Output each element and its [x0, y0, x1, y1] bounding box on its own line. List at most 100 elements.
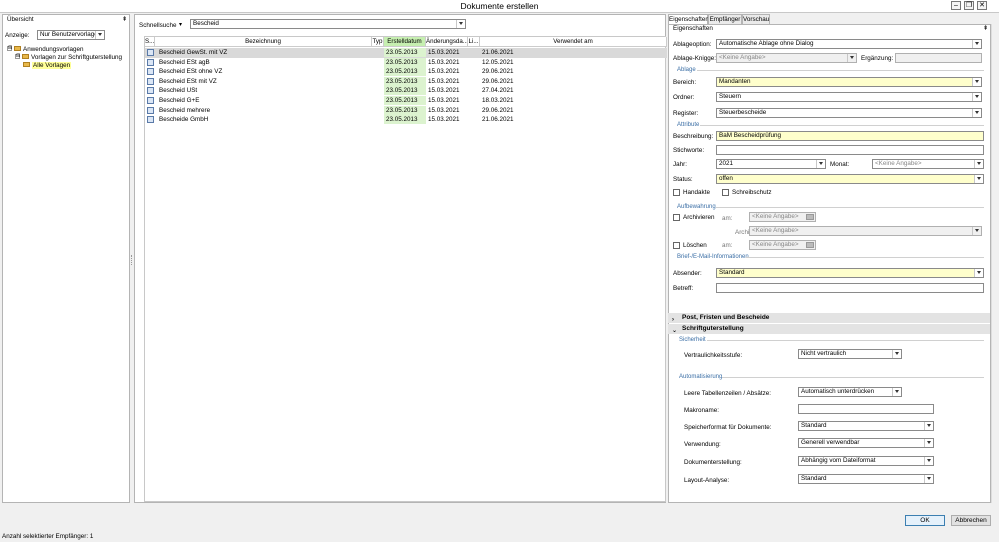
monat-select[interactable]: <Keine Angabe> [872, 159, 984, 169]
dokerst-select[interactable]: Abhängig vom Dateiformat [798, 456, 934, 466]
leere-select[interactable]: Automatisch unterdrücken [798, 387, 902, 397]
minimize-button[interactable]: – [951, 1, 961, 10]
calendar-icon[interactable] [806, 214, 814, 220]
loeschen-date-input[interactable]: <Keine Angabe> [749, 240, 816, 250]
folder-icon [22, 53, 29, 59]
archiv-date-input[interactable]: <Keine Angabe> [749, 212, 816, 222]
cell-used: 29.06.2021 [482, 106, 514, 114]
document-icon [147, 87, 154, 95]
tree-item[interactable]: ⊟ Anwendungsvorlagen [7, 45, 84, 53]
table-row[interactable]: Bescheid ESt ohne VZ 23.05.2013 15.03.2021… [145, 67, 667, 77]
schreibschutz-checkbox[interactable] [722, 189, 729, 196]
table-row[interactable]: Bescheid mehrere 23.05.2013 15.03.2021 29.0… [145, 105, 667, 116]
calendar-icon[interactable] [806, 242, 814, 248]
tree-item[interactable]: Alle Vorlagen [23, 61, 72, 69]
beschreibung-input[interactable]: BaM Bescheidprüfung [716, 131, 984, 141]
register-value: Steuerbescheide [719, 109, 767, 116]
status-bar-text: Anzahl selektierter Empfänger: 1 [2, 533, 94, 540]
group-divider [716, 207, 984, 208]
splitter-handle[interactable] [131, 255, 133, 265]
status-select[interactable]: offen [716, 174, 984, 184]
vertraulich-label: Vertraulichkeitsstufe: [684, 352, 743, 359]
jahr-select[interactable]: 2021 [716, 159, 826, 169]
search-input[interactable]: Bescheid [190, 19, 466, 29]
chevron-down-icon [972, 40, 981, 48]
chevron-down-icon [972, 109, 981, 117]
ergaenzung-input[interactable] [895, 53, 982, 63]
column-header[interactable]: Änderungsda... [426, 37, 468, 47]
section-schriftguterstellung[interactable]: ⌄ Schriftguterstellung [668, 324, 990, 334]
overview-panel: Übersicht ⇞ Anzeige: Nur Benutzervorlage… [2, 14, 130, 503]
column-header[interactable]: Li... [468, 37, 480, 47]
collapse-icon[interactable]: ⊟ [15, 53, 20, 59]
column-header[interactable]: Verwendet am [480, 37, 667, 47]
loeschen-date-value: <Keine Angabe> [752, 241, 799, 248]
document-icon [147, 106, 154, 114]
loeschen-checkbox[interactable] [673, 242, 680, 249]
tab-eigenschaften[interactable]: Eigenschaften [668, 14, 709, 24]
tab-vorschau[interactable]: Vorschau [742, 14, 770, 24]
cell-name: Bescheide GmbH [159, 116, 209, 124]
bereich-select[interactable]: Mandanten [716, 77, 982, 87]
document-icon [147, 49, 154, 56]
tree-item[interactable]: ⊟ Vorlagen zur Schriftguterstellung [15, 53, 122, 61]
verwendung-select[interactable]: Generell verwendbar [798, 438, 934, 448]
maximize-button[interactable]: ❐ [964, 1, 974, 10]
cell-created: 23.05.2013 [384, 115, 426, 125]
beschreibung-label: Beschreibung: [673, 133, 714, 140]
anzeige-value: Nur Benutzervorlagen [40, 31, 102, 38]
ordner-select[interactable]: Steuern [716, 92, 982, 102]
cancel-button[interactable]: Abbrechen [951, 515, 991, 526]
column-header[interactable]: Bezeichnung [155, 37, 372, 47]
status-value: offen [719, 175, 733, 182]
archiv-select[interactable]: <Keine Angabe> [749, 226, 982, 236]
makro-input[interactable] [798, 404, 934, 414]
search-value: Bescheid [193, 20, 219, 27]
pin-icon[interactable]: ⇞ [122, 16, 127, 23]
knigge-select[interactable]: <Keine Angabe> [716, 53, 857, 63]
anzeige-label: Anzeige: [5, 32, 30, 39]
section-post-fristen[interactable]: › Post, Fristen und Bescheide [668, 313, 990, 323]
register-select[interactable]: Steuerbescheide [716, 108, 982, 118]
table-row[interactable]: Bescheid USt 23.05.2013 15.03.2021 27.04.20… [145, 86, 667, 96]
search-label: Schnellsuche [139, 22, 177, 29]
table-row[interactable]: Bescheid ESt agB 23.05.2013 15.03.2021 12.0… [145, 57, 667, 68]
layout-select[interactable]: Standard [798, 474, 934, 484]
handakte-checkbox[interactable] [673, 189, 680, 196]
table-row[interactable]: Bescheid GewSt. mit VZ 23.05.2013 15.03.20… [145, 48, 667, 58]
properties-scrollbar[interactable] [991, 24, 998, 503]
stichworte-input[interactable] [716, 145, 984, 155]
ablageoption-select[interactable]: Automatische Ablage ohne Dialog [716, 39, 982, 49]
cell-name: Bescheid ESt ohne VZ [159, 68, 223, 76]
cell-used: 29.06.2021 [482, 77, 514, 85]
absender-select[interactable]: Standard [716, 268, 984, 278]
ok-button[interactable]: OK [905, 515, 945, 526]
column-header[interactable]: S... [145, 37, 155, 47]
layout-label: Layout-Analyse: [684, 477, 730, 484]
cell-used: 27.04.2021 [482, 87, 514, 95]
betreff-input[interactable] [716, 283, 984, 293]
vertraulich-select[interactable]: Nicht vertraulich [798, 349, 902, 359]
pin-icon[interactable]: ⇞ [983, 25, 988, 32]
section-post-label: Post, Fristen und Bescheide [682, 314, 770, 321]
cell-created: 23.05.2013 [384, 76, 426, 86]
close-button[interactable]: ✕ [977, 1, 987, 10]
table-row[interactable]: Bescheid G+E 23.05.2013 15.03.2021 18.03.20… [145, 96, 667, 106]
chevron-down-icon [924, 439, 933, 447]
column-header[interactable]: Typ [372, 37, 384, 47]
bereich-label: Bereich: [673, 79, 697, 86]
bereich-value: Mandanten [719, 78, 751, 85]
archivieren-checkbox[interactable] [673, 214, 680, 221]
tab-empfaenger[interactable]: Empfänger [708, 14, 742, 24]
cell-name: Bescheid mehrere [159, 106, 211, 114]
speicher-select[interactable]: Standard [798, 421, 934, 431]
cell-changed: 15.03.2021 [428, 97, 460, 104]
column-header[interactable]: Erstelldatum [384, 37, 426, 47]
search-icon[interactable]: ▾ [179, 21, 182, 28]
collapse-icon[interactable]: ⊟ [7, 45, 12, 51]
chevron-down-icon [924, 457, 933, 465]
table-row[interactable]: Bescheide GmbH 23.05.2013 15.03.2021 21.06.… [145, 115, 667, 125]
anzeige-select[interactable]: Nur Benutzervorlagen [37, 30, 105, 40]
table-row[interactable]: Bescheid ESt mit VZ 23.05.2013 15.03.2021 2… [145, 76, 667, 87]
verwendung-value: Generell verwendbar [801, 439, 860, 446]
